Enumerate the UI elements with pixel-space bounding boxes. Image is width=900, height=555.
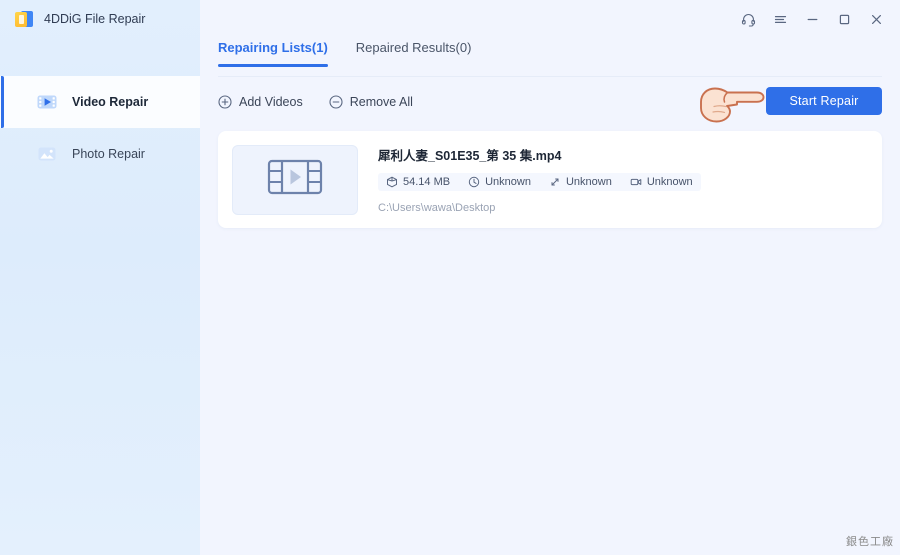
sidebar: Video Repair Photo Repair bbox=[0, 0, 200, 555]
tab-divider bbox=[218, 76, 882, 77]
resolution-arrows-icon bbox=[549, 176, 561, 188]
start-repair-button[interactable]: Start Repair bbox=[766, 87, 882, 115]
file-info: 犀利人妻_S01E35_第 35 集.mp4 54.14 MB Unknown … bbox=[378, 145, 868, 214]
watermark: 銀色工廠 bbox=[846, 535, 894, 548]
sidebar-item-video-repair[interactable]: Video Repair bbox=[0, 76, 200, 128]
remove-all-button[interactable]: Remove All bbox=[329, 95, 413, 109]
app-window: Video Repair Photo Repair Repairing List… bbox=[0, 0, 900, 555]
file-meta-value: Unknown bbox=[565, 176, 612, 188]
file-name: 犀利人妻_S01E35_第 35 集.mp4 bbox=[378, 149, 562, 163]
app-title: 4DDiG File Repair bbox=[44, 12, 146, 26]
file-meta-row: 54.14 MB Unknown Unknown Unknown bbox=[378, 173, 701, 191]
title-bar-brand: 4DDiG File Repair bbox=[0, 0, 200, 38]
tab-repairing-lists[interactable]: Repairing Lists(1) bbox=[218, 40, 328, 67]
sidebar-item-photo-repair[interactable]: Photo Repair bbox=[0, 128, 200, 180]
sidebar-item-label: Video Repair bbox=[72, 95, 149, 109]
file-thumbnail bbox=[232, 144, 358, 215]
sidebar-nav: Video Repair Photo Repair bbox=[0, 76, 200, 180]
tab-bar: Repairing Lists(1) Repaired Results(0) bbox=[218, 40, 471, 67]
sidebar-item-label: Photo Repair bbox=[72, 147, 145, 161]
minus-circle-icon bbox=[329, 95, 343, 109]
remove-all-label: Remove All bbox=[349, 95, 413, 109]
main-content: Repairing Lists(1) Repaired Results(0) A… bbox=[200, 0, 900, 555]
photo-image-icon bbox=[36, 143, 58, 165]
file-meta-value: Unknown bbox=[646, 176, 693, 188]
plus-circle-icon bbox=[218, 95, 232, 109]
add-videos-label: Add Videos bbox=[239, 95, 303, 109]
maximize-icon[interactable] bbox=[830, 5, 858, 33]
app-logo-icon bbox=[14, 9, 34, 29]
file-list-item[interactable]: 犀利人妻_S01E35_第 35 集.mp4 54.14 MB Unknown … bbox=[218, 131, 882, 228]
minimize-icon[interactable] bbox=[798, 5, 826, 33]
clock-duration-icon bbox=[468, 176, 480, 188]
toolbar: Add Videos Remove All Start Repair bbox=[218, 87, 882, 116]
add-videos-button[interactable]: Add Videos bbox=[218, 95, 303, 109]
video-filmstrip-play-icon bbox=[267, 158, 323, 201]
video-film-icon bbox=[36, 91, 58, 113]
file-meta-value: 54.14 MB bbox=[403, 176, 451, 188]
file-meta-size: 54.14 MB bbox=[386, 176, 450, 188]
file-meta-codec: Unknown bbox=[630, 176, 693, 188]
file-meta-duration: Unknown bbox=[468, 176, 531, 188]
file-meta-value: Unknown bbox=[485, 176, 531, 188]
file-path: C:\Users\wawa\Desktop bbox=[378, 202, 496, 214]
close-icon[interactable] bbox=[862, 5, 890, 33]
hamburger-menu-icon[interactable] bbox=[766, 5, 794, 33]
package-size-icon bbox=[386, 176, 398, 188]
window-controls bbox=[734, 0, 890, 38]
tab-repaired-results[interactable]: Repaired Results(0) bbox=[356, 40, 472, 67]
file-meta-resolution: Unknown bbox=[549, 176, 612, 188]
support-headset-icon[interactable] bbox=[734, 5, 762, 33]
video-camera-icon bbox=[630, 176, 642, 188]
